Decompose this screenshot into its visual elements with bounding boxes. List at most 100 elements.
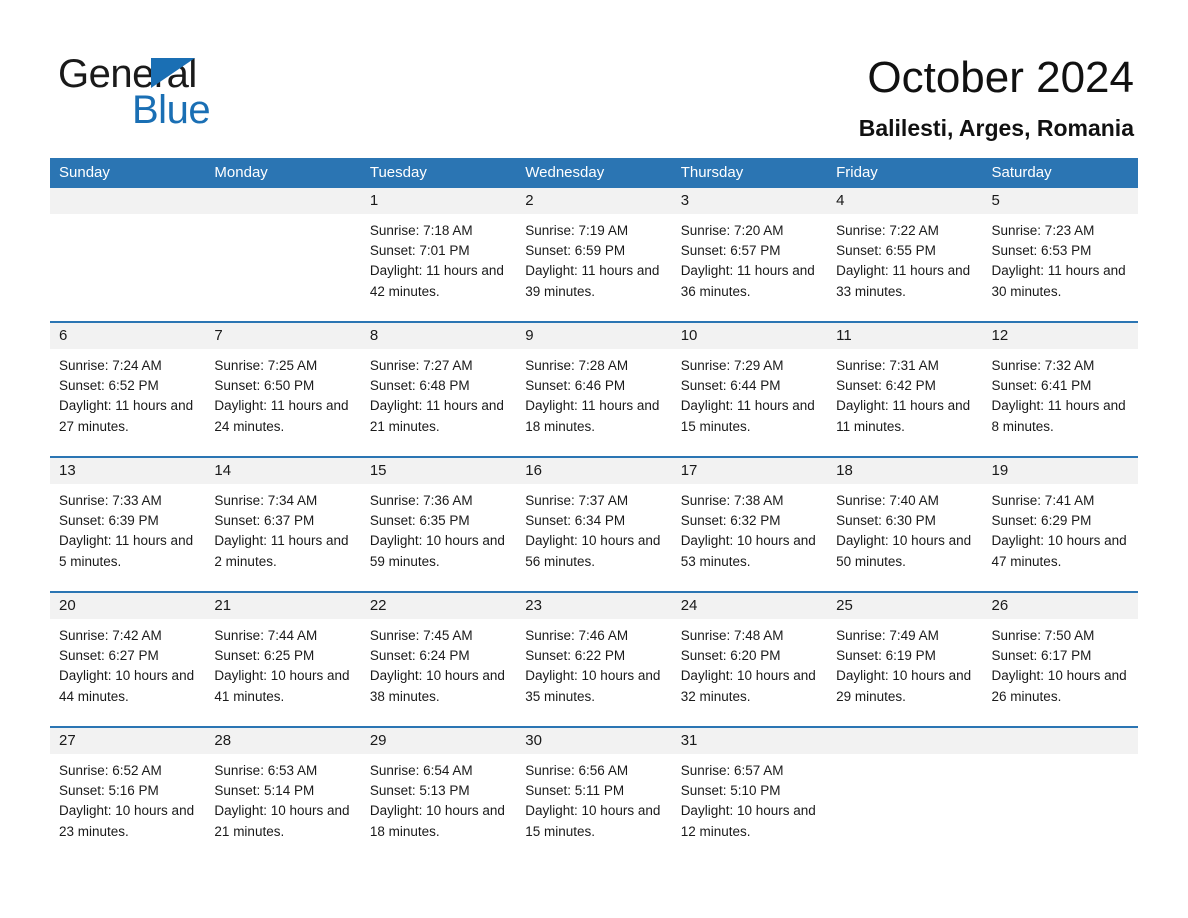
day-number <box>982 728 1138 754</box>
day-cell[interactable]: 7 Sunrise: 7:25 AM Sunset: 6:50 PM Daylight… <box>205 323 361 456</box>
day-number: 28 <box>205 728 361 754</box>
day-cell[interactable]: 19 Sunrise: 7:41 AM Sunset: 6:29 PM Dayligh… <box>982 458 1138 591</box>
sunrise-text: Sunrise: 7:27 AM <box>369 358 473 373</box>
sunrise-text: Sunrise: 7:45 AM <box>369 628 473 643</box>
daylight-text: Daylight: 10 hours and 41 minutes. <box>214 668 350 704</box>
week-row: 27 Sunrise: 6:52 AM Sunset: 5:16 PM Dayligh… <box>50 726 1138 861</box>
day-cell[interactable]: 24 Sunrise: 7:48 AM Sunset: 6:20 PM Dayligh… <box>671 593 828 726</box>
day-details: Sunrise: 7:23 AM Sunset: 6:53 PM Daylight:… <box>983 214 1138 302</box>
day-cell[interactable]: 6 Sunrise: 7:24 AM Sunset: 6:52 PM Daylight… <box>50 323 206 456</box>
day-details: Sunrise: 7:42 AM Sunset: 6:27 PM Daylight:… <box>50 619 205 707</box>
day-cell[interactable]: 11 Sunrise: 7:31 AM Sunset: 6:42 PM Dayligh… <box>827 323 983 456</box>
sunrise-text: Sunrise: 7:33 AM <box>59 493 162 508</box>
sunrise-text: Sunrise: 7:28 AM <box>525 358 629 373</box>
daylight-text: Daylight: 10 hours and 29 minutes. <box>836 668 972 704</box>
sunrise-text: Sunrise: 7:24 AM <box>59 358 162 373</box>
day-cell[interactable]: 25 Sunrise: 7:49 AM Sunset: 6:19 PM Dayligh… <box>827 593 983 726</box>
daylight-text: Daylight: 11 hours and 5 minutes. <box>59 533 194 569</box>
day-details: Sunrise: 7:36 AM Sunset: 6:35 PM Daylight:… <box>361 484 516 572</box>
sunrise-text: Sunrise: 7:31 AM <box>836 358 939 373</box>
sunset-text: Sunset: 7:01 PM <box>369 243 470 259</box>
day-cell[interactable]: 23 Sunrise: 7:46 AM Sunset: 6:22 PM Dayligh… <box>516 593 672 726</box>
day-cell[interactable]: 13 Sunrise: 7:33 AM Sunset: 6:39 PM Dayligh… <box>50 458 206 591</box>
sunset-text: Sunset: 6:20 PM <box>680 648 781 664</box>
general-blue-logo[interactable]: General Blue <box>58 52 358 132</box>
sunset-text: Sunset: 6:52 PM <box>59 378 159 394</box>
sunset-text: Sunset: 6:35 PM <box>369 513 470 529</box>
daylight-text: Daylight: 11 hours and 24 minutes. <box>214 398 349 434</box>
sunrise-text: Sunrise: 7:42 AM <box>59 628 162 643</box>
day-cell[interactable]: 12 Sunrise: 7:32 AM Sunset: 6:41 PM Dayligh… <box>982 323 1138 456</box>
sunrise-text: Sunrise: 7:22 AM <box>836 223 939 238</box>
day-number: 1 <box>360 188 517 214</box>
sunset-text: Sunset: 6:59 PM <box>525 243 626 259</box>
day-cell[interactable]: 8 Sunrise: 7:27 AM Sunset: 6:48 PM Daylight… <box>360 323 517 456</box>
day-cell[interactable]: 27 Sunrise: 6:52 AM Sunset: 5:16 PM Dayligh… <box>50 728 206 861</box>
day-number: 20 <box>50 593 206 619</box>
daylight-text: Daylight: 10 hours and 23 minutes. <box>59 803 195 839</box>
sunrise-text: Sunrise: 7:19 AM <box>525 223 629 238</box>
sunrise-text: Sunrise: 7:20 AM <box>680 223 784 238</box>
day-details: Sunrise: 6:56 AM Sunset: 5:11 PM Daylight:… <box>516 754 671 842</box>
weekday-sunday: Sunday <box>59 164 110 181</box>
day-number: 8 <box>360 323 517 349</box>
day-cell[interactable]: 28 Sunrise: 6:53 AM Sunset: 5:14 PM Dayligh… <box>205 728 361 861</box>
day-details: Sunrise: 7:20 AM Sunset: 6:57 PM Daylight:… <box>672 214 827 302</box>
day-cell[interactable]: 1 Sunrise: 7:18 AM Sunset: 7:01 PM Daylight… <box>360 188 517 321</box>
week-row: 1 Sunrise: 7:18 AM Sunset: 7:01 PM Daylight… <box>50 188 1138 321</box>
daylight-text: Daylight: 10 hours and 44 minutes. <box>59 668 195 704</box>
sunset-text: Sunset: 6:46 PM <box>525 378 626 394</box>
weekday-tuesday: Tuesday <box>369 164 427 181</box>
day-number: 13 <box>50 458 206 484</box>
daylight-text: Daylight: 10 hours and 15 minutes. <box>525 803 661 839</box>
weekday-saturday: Saturday <box>991 164 1052 181</box>
daylight-text: Daylight: 10 hours and 38 minutes. <box>369 668 505 704</box>
day-details: Sunrise: 7:45 AM Sunset: 6:24 PM Daylight:… <box>361 619 516 707</box>
daylight-text: Daylight: 11 hours and 39 minutes. <box>525 263 660 299</box>
day-number: 9 <box>516 323 672 349</box>
day-number: 31 <box>671 728 828 754</box>
sunrise-text: Sunrise: 7:34 AM <box>214 493 318 508</box>
sunset-text: Sunset: 5:16 PM <box>59 783 159 799</box>
daylight-text: Daylight: 10 hours and 32 minutes. <box>680 668 816 704</box>
day-cell[interactable]: 20 Sunrise: 7:42 AM Sunset: 6:27 PM Dayligh… <box>50 593 206 726</box>
sunset-text: Sunset: 6:25 PM <box>214 648 315 664</box>
daylight-text: Daylight: 10 hours and 12 minutes. <box>680 803 816 839</box>
day-cell[interactable]: 9 Sunrise: 7:28 AM Sunset: 6:46 PM Daylight… <box>516 323 672 456</box>
daylight-text: Daylight: 11 hours and 15 minutes. <box>680 398 815 434</box>
day-cell[interactable]: 10 Sunrise: 7:29 AM Sunset: 6:44 PM Dayligh… <box>671 323 828 456</box>
day-number: 23 <box>516 593 672 619</box>
day-cell[interactable]: 21 Sunrise: 7:44 AM Sunset: 6:25 PM Dayligh… <box>205 593 361 726</box>
day-cell[interactable]: 18 Sunrise: 7:40 AM Sunset: 6:30 PM Dayligh… <box>827 458 983 591</box>
day-cell[interactable]: 17 Sunrise: 7:38 AM Sunset: 6:32 PM Dayligh… <box>671 458 828 591</box>
day-cell[interactable]: 14 Sunrise: 7:34 AM Sunset: 6:37 PM Dayligh… <box>205 458 361 591</box>
day-number: 18 <box>827 458 983 484</box>
day-details: Sunrise: 7:28 AM Sunset: 6:46 PM Daylight:… <box>516 349 671 437</box>
week-row: 6 Sunrise: 7:24 AM Sunset: 6:52 PM Daylight… <box>50 321 1138 456</box>
day-cell[interactable]: 22 Sunrise: 7:45 AM Sunset: 6:24 PM Dayligh… <box>360 593 517 726</box>
weekday-friday: Friday <box>836 164 878 181</box>
page-header: General Blue October 2024 Balilesti, Arg… <box>0 0 1188 158</box>
sunset-text: Sunset: 6:24 PM <box>369 648 470 664</box>
day-number: 5 <box>982 188 1138 214</box>
title-block: October 2024 Balilesti, Arges, Romania <box>859 52 1134 142</box>
day-cell[interactable]: 29 Sunrise: 6:54 AM Sunset: 5:13 PM Dayligh… <box>360 728 517 861</box>
sunset-text: Sunset: 6:34 PM <box>525 513 626 529</box>
sunrise-text: Sunrise: 7:44 AM <box>214 628 318 643</box>
day-number: 24 <box>671 593 828 619</box>
day-cell[interactable]: 31 Sunrise: 6:57 AM Sunset: 5:10 PM Dayligh… <box>671 728 828 861</box>
day-cell[interactable]: 15 Sunrise: 7:36 AM Sunset: 6:35 PM Dayligh… <box>360 458 517 591</box>
day-cell[interactable]: 4 Sunrise: 7:22 AM Sunset: 6:55 PM Daylight… <box>827 188 983 321</box>
sunset-text: Sunset: 5:11 PM <box>525 783 625 799</box>
day-cell[interactable]: 3 Sunrise: 7:20 AM Sunset: 6:57 PM Daylight… <box>671 188 828 321</box>
sunrise-text: Sunrise: 7:23 AM <box>991 223 1095 238</box>
day-number: 17 <box>671 458 828 484</box>
day-cell[interactable]: 30 Sunrise: 6:56 AM Sunset: 5:11 PM Dayligh… <box>516 728 672 861</box>
day-cell[interactable]: 26 Sunrise: 7:50 AM Sunset: 6:17 PM Dayligh… <box>982 593 1138 726</box>
weekday-thursday: Thursday <box>680 164 744 181</box>
day-cell[interactable]: 5 Sunrise: 7:23 AM Sunset: 6:53 PM Daylight… <box>982 188 1138 321</box>
sunrise-text: Sunrise: 7:25 AM <box>214 358 318 373</box>
day-cell[interactable]: 2 Sunrise: 7:19 AM Sunset: 6:59 PM Daylight… <box>516 188 672 321</box>
sunrise-text: Sunrise: 6:53 AM <box>214 763 318 778</box>
day-cell[interactable]: 16 Sunrise: 7:37 AM Sunset: 6:34 PM Dayligh… <box>516 458 672 591</box>
